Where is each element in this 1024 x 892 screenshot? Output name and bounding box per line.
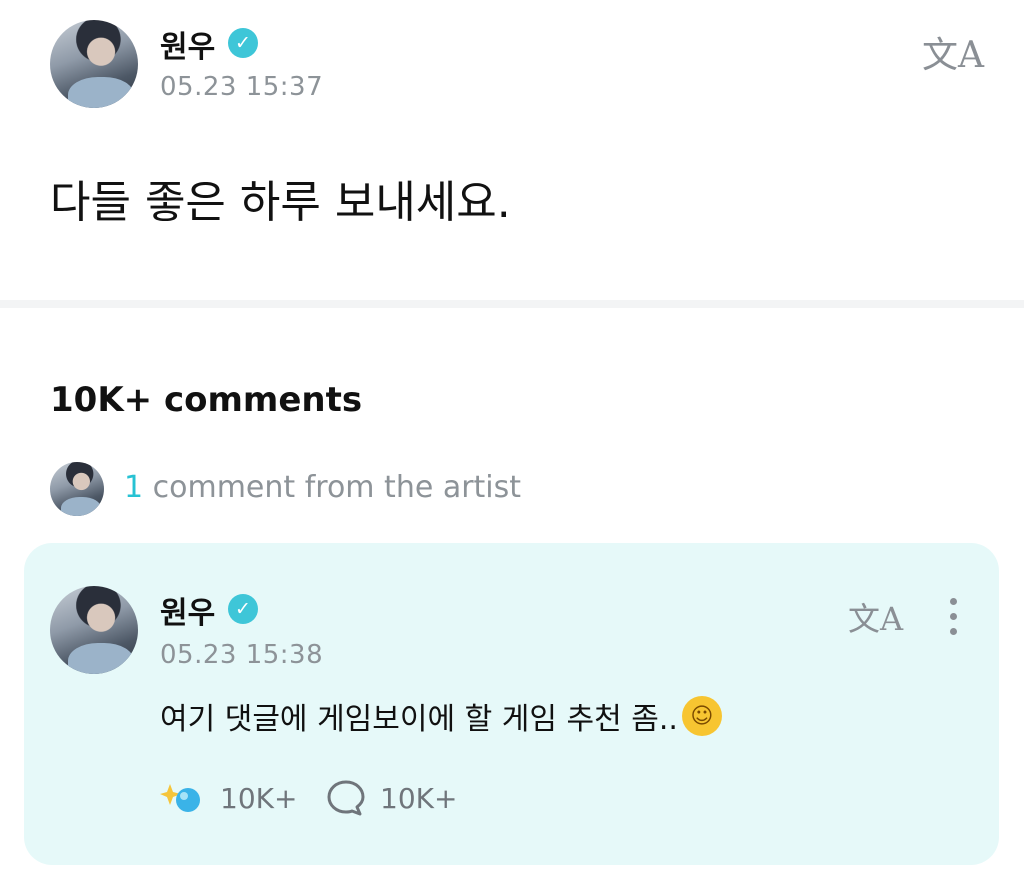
artist-mini-avatar[interactable] — [50, 462, 104, 516]
grinning-sweat-emoji: ☺ — [681, 696, 722, 736]
artist-comments-link[interactable]: 1 comment from the artist — [124, 470, 521, 505]
verified-badge-icon: ✓ — [228, 28, 258, 58]
artist-comment-label: comment from the artist — [152, 470, 522, 505]
section-divider — [0, 300, 1024, 308]
translate-icon[interactable]: 文A — [922, 26, 984, 78]
post-text: 다들 좋은 하루 보내세요. — [50, 177, 511, 228]
reply-count: 10K+ — [380, 782, 458, 815]
artist-comment-count: 1 — [124, 470, 144, 505]
comment-author-avatar[interactable] — [50, 586, 138, 674]
speech-bubble-icon[interactable] — [326, 778, 366, 818]
translate-icon[interactable]: 文A — [848, 594, 903, 640]
comment-body: 여기 댓글에 게임보이에 할 게임 추천 좀.. ☺ — [160, 694, 722, 738]
verified-badge-icon: ✓ — [228, 594, 258, 624]
comment-text: 여기 댓글에 게임보이에 할 게임 추천 좀.. — [160, 702, 678, 737]
sparkle-like-icon[interactable] — [160, 778, 204, 818]
post-author-avatar[interactable] — [50, 20, 138, 108]
post-author-name[interactable]: 원우 — [160, 22, 215, 66]
comment-author-name[interactable]: 원우 — [160, 588, 215, 632]
comment-timestamp: 05.23 15:38 — [160, 640, 324, 670]
more-vertical-icon[interactable] — [950, 598, 957, 635]
like-count: 10K+ — [220, 782, 298, 815]
post-timestamp: 05.23 15:37 — [160, 72, 324, 102]
comments-count-title: 10K+ comments — [50, 380, 363, 420]
